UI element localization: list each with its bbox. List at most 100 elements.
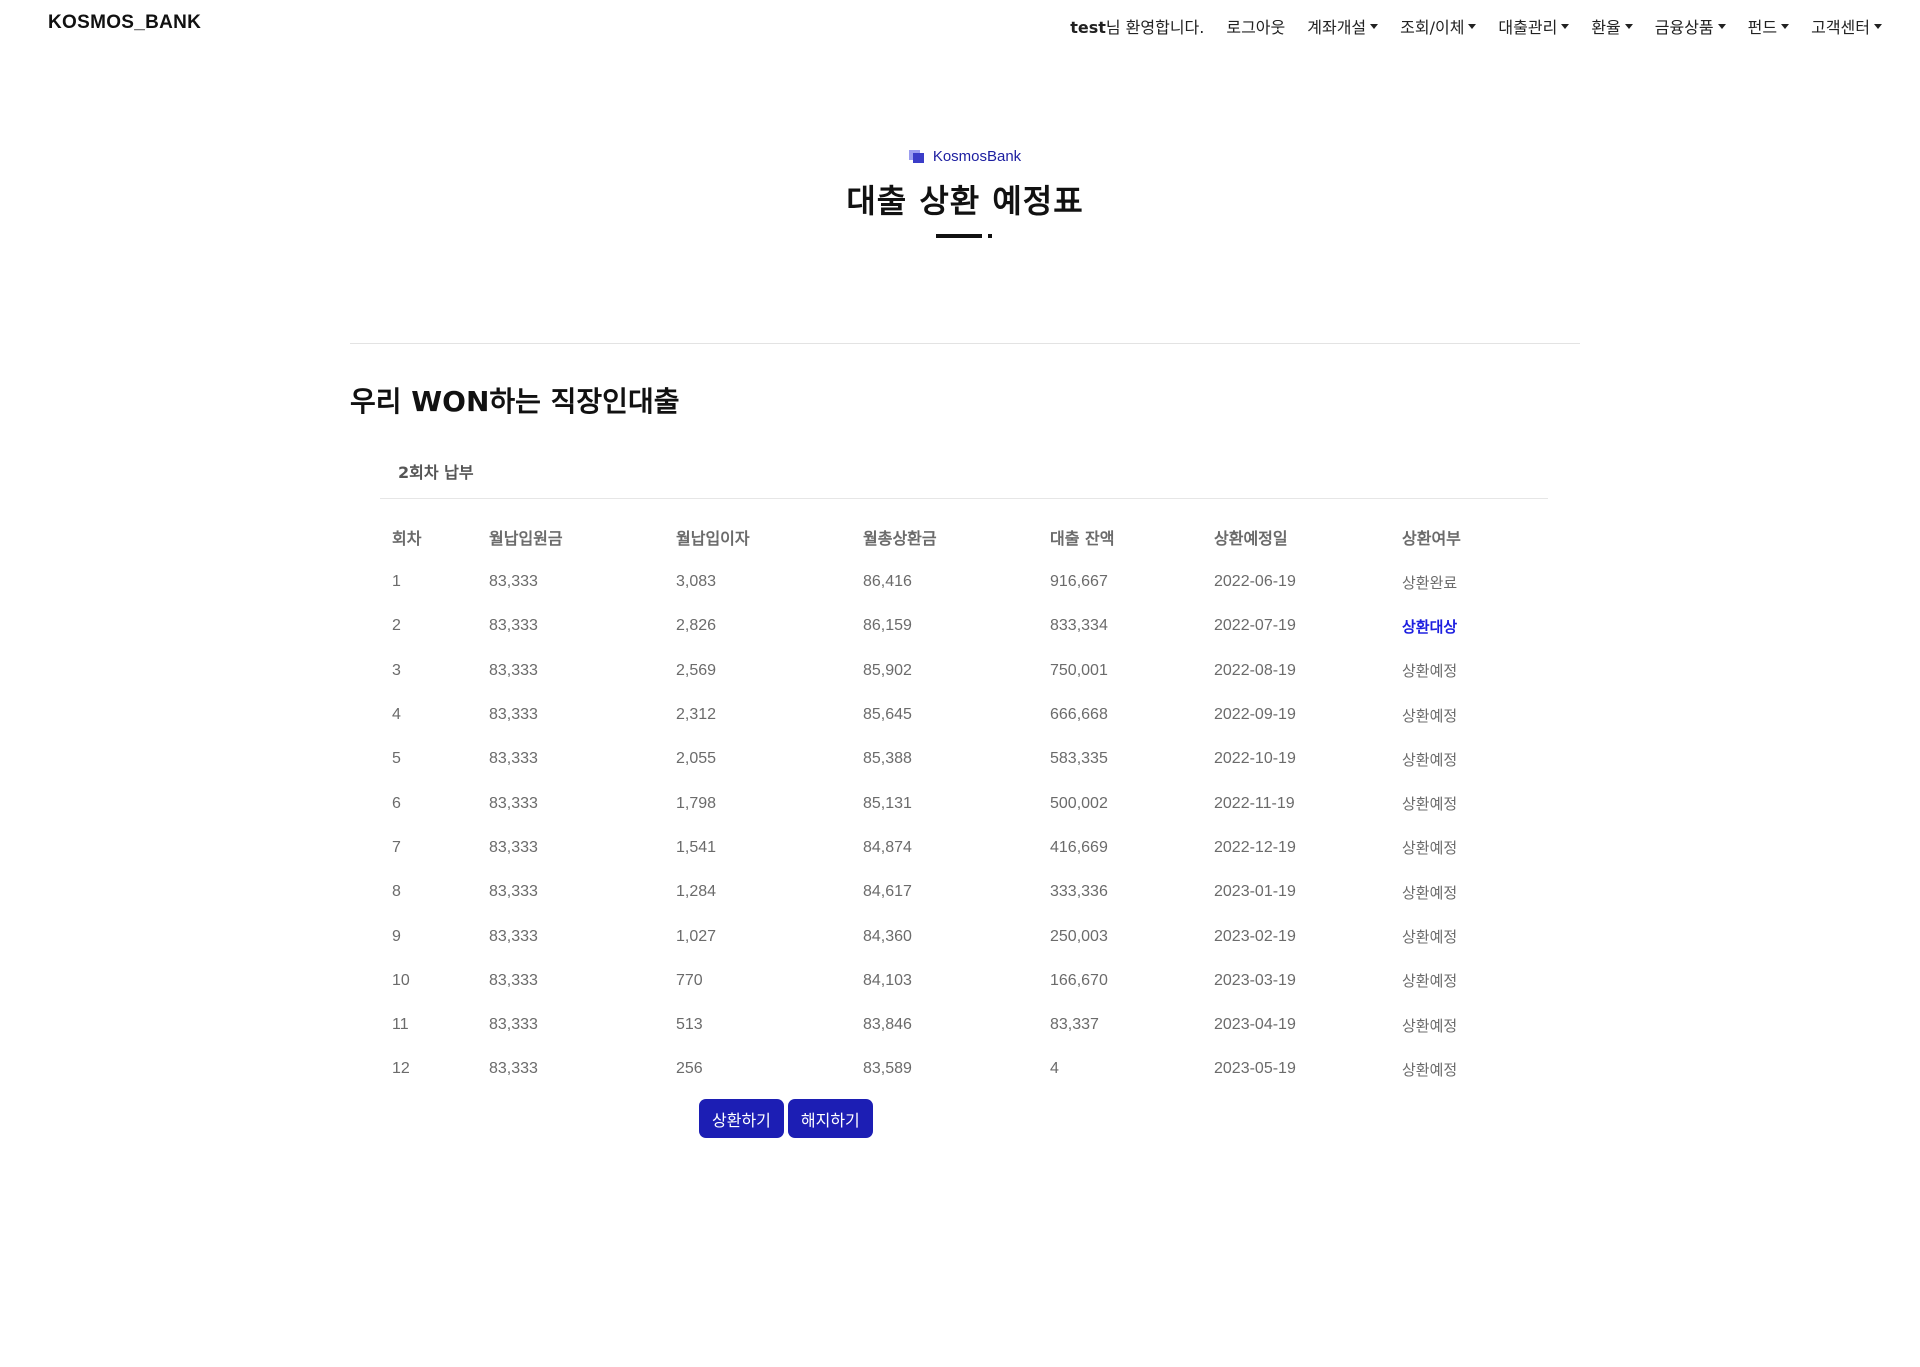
table-cell: 2	[392, 617, 401, 635]
status-cell: 상환예정	[1402, 883, 1458, 902]
table-cell: 9	[392, 927, 401, 945]
table-cell: 83,333	[489, 573, 538, 591]
table-row: 6 83,333 1,798 85,131 500,002 2022-11-19 상환예정	[380, 781, 1548, 825]
table-cell: 2022-11-19	[1214, 794, 1295, 812]
caret-down-icon	[1781, 23, 1790, 29]
nav-exchange-rate[interactable]: 환율	[1591, 14, 1633, 38]
table-cell: 86,416	[863, 573, 912, 591]
table-cell: 83,333	[489, 661, 538, 679]
caret-down-icon	[1468, 23, 1477, 29]
nav-menu: test 님 환영합니다. 로그아웃 계좌개설 조회/이체 대출관리 환율 금융상…	[1070, 14, 1882, 38]
table-cell: 513	[676, 1016, 703, 1034]
table-cell: 7	[392, 838, 401, 856]
table-row: 2 83,333 2,826 86,159 833,334 2022-07-19 상환대상	[380, 604, 1548, 648]
stacked-squares-icon	[908, 149, 925, 164]
nav-label: 금융상품	[1654, 18, 1714, 37]
cancel-loan-button[interactable]: 해지하기	[787, 1099, 873, 1138]
username: test	[1070, 18, 1106, 37]
table-cell: 85,131	[863, 794, 912, 812]
table-cell: 83,333	[489, 838, 538, 856]
caret-down-icon	[1717, 23, 1726, 29]
nav-financial-products[interactable]: 금융상품	[1655, 14, 1726, 38]
table-cell: 333,336	[1050, 883, 1108, 901]
status-cell: 상환예정	[1402, 1060, 1458, 1079]
table-cell: 1,798	[676, 794, 717, 812]
nav-loan-management[interactable]: 대출관리	[1498, 14, 1570, 38]
table-cell: 83,333	[489, 750, 538, 768]
status-cell-repay-target[interactable]: 상환대상	[1390, 604, 1548, 648]
table-cell: 666,668	[1050, 706, 1108, 724]
table-cell: 2023-04-19	[1214, 1016, 1296, 1034]
nav-account-open[interactable]: 계좌개설	[1307, 14, 1379, 38]
table-cell: 2022-12-19	[1214, 838, 1296, 856]
section-subtitle: KosmosBank	[908, 148, 1022, 165]
table-cell: 770	[676, 971, 703, 989]
status-cell: 상환예정	[1402, 706, 1458, 725]
table-cell: 83,333	[489, 971, 538, 989]
caret-down-icon	[1624, 23, 1633, 29]
table-cell: 2023-05-19	[1214, 1060, 1296, 1078]
table-cell: 4	[392, 706, 401, 724]
table-cell: 2,055	[676, 750, 717, 768]
section-divider	[350, 343, 1580, 344]
table-cell: 83,846	[863, 1016, 912, 1034]
table-row: 9 83,333 1,027 84,360 250,003 2023-02-19 상환예정	[380, 914, 1548, 958]
table-cell: 83,333	[489, 927, 538, 945]
table-cell: 2022-08-19	[1214, 661, 1296, 679]
table-cell: 2023-01-19	[1214, 883, 1296, 901]
table-cell: 2,569	[676, 661, 717, 679]
table-row: 5 83,333 2,055 85,388 583,335 2022-10-19 상환예정	[380, 737, 1548, 781]
table-cell: 83,333	[489, 883, 538, 901]
action-buttons: 상환하기 해지하기	[699, 1099, 873, 1138]
table-cell: 85,388	[863, 750, 912, 768]
nav-fund[interactable]: 펀드	[1748, 14, 1790, 38]
table-cell: 833,334	[1050, 617, 1108, 635]
status-cell: 상환예정	[1402, 750, 1458, 769]
column-header: 대출 잔액	[1050, 529, 1115, 548]
table-cell: 2,312	[676, 706, 717, 724]
table-row: 12 83,333 256 83,589 4 2023-05-19 상환예정	[380, 1047, 1548, 1091]
nav-inquiry-transfer[interactable]: 조회/이체	[1400, 14, 1477, 38]
table-cell: 250,003	[1050, 927, 1108, 945]
table-cell: 2023-03-19	[1214, 971, 1296, 989]
column-header: 상환예정일	[1214, 529, 1288, 548]
table-cell: 1	[392, 573, 401, 591]
table-cell: 256	[676, 1060, 703, 1078]
table-cell: 2022-06-19	[1214, 573, 1296, 591]
repayment-schedule-table: 회차 월납입원금 월납입이자 월총상환금 대출 잔액 상환예정일 상환여부 1 8…	[380, 514, 1548, 1092]
caret-down-icon	[1370, 23, 1379, 29]
table-cell: 500,002	[1050, 794, 1108, 812]
table-cell: 83,333	[489, 706, 538, 724]
repay-button[interactable]: 상환하기	[699, 1099, 784, 1138]
status-cell: 상환예정	[1402, 662, 1458, 681]
logout-link[interactable]: 로그아웃	[1226, 14, 1285, 38]
table-cell: 2022-10-19	[1214, 750, 1296, 768]
subtitle-text: KosmosBank	[932, 148, 1022, 165]
title-underline	[936, 232, 994, 238]
column-header: 월납입이자	[676, 529, 750, 548]
nav-customer-center[interactable]: 고객센터	[1811, 14, 1882, 38]
table-cell: 84,617	[863, 883, 912, 901]
status-cell: 상환완료	[1402, 573, 1458, 592]
section-title: KosmosBank 대출 상환 예정표	[0, 148, 1920, 238]
status-cell: 상환예정	[1402, 972, 1458, 991]
brand-logo[interactable]: KOSMOS_BANK	[48, 12, 201, 34]
table-row: 1 83,333 3,083 86,416 916,667 2022-06-19 상환완료	[380, 560, 1548, 604]
logout-label: 로그아웃	[1226, 18, 1286, 37]
table-cell: 85,645	[863, 706, 912, 724]
page-title: 대출 상환 예정표	[846, 181, 1084, 220]
column-header: 월납입원금	[489, 529, 563, 548]
table-cell: 84,874	[863, 838, 912, 856]
column-header: 회차	[392, 529, 422, 548]
table-cell: 5	[392, 750, 401, 768]
table-cell: 2022-07-19	[1214, 617, 1296, 635]
status-cell: 상환예정	[1402, 839, 1458, 858]
navbar: KOSMOS_BANK test 님 환영합니다. 로그아웃 계좌개설 조회/이체…	[0, 0, 1920, 50]
current-round-label: 2회차 납부	[398, 463, 474, 482]
table-cell: 83,333	[489, 1016, 538, 1034]
table-cell: 83,333	[489, 1060, 538, 1078]
column-header: 월총상환금	[863, 529, 937, 548]
table-cell: 10	[392, 971, 410, 989]
table-cell: 2,826	[676, 617, 717, 635]
table-cell: 166,670	[1050, 971, 1108, 989]
